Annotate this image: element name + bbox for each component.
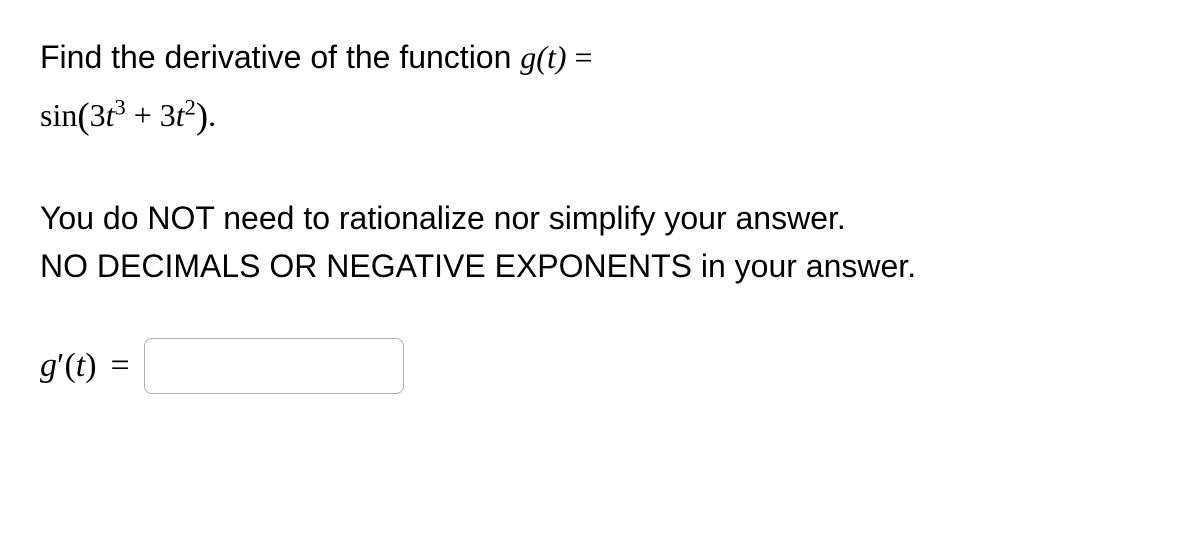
term2-exp: 2	[185, 95, 196, 120]
sin-text: sin	[40, 97, 77, 133]
term1-var: t	[106, 97, 115, 133]
term2-coeff: 3	[160, 97, 176, 133]
close-paren: )	[196, 95, 208, 136]
question-prompt-prefix: Find the derivative of the function	[40, 39, 520, 75]
answer-label: g′(t)	[40, 347, 97, 385]
equals-sign: =	[566, 39, 592, 75]
answer-open-paren: (	[64, 347, 75, 384]
term1-coeff: 3	[90, 97, 106, 133]
answer-close-paren: )	[85, 347, 96, 384]
answer-input[interactable]	[144, 338, 404, 394]
instructions-block: You do NOT need to rationalize nor simpl…	[40, 194, 1139, 290]
instructions-line-2: NO DECIMALS OR NEGATIVE EXPONENTS in you…	[40, 242, 1139, 290]
answer-g: g	[40, 347, 57, 384]
answer-row: g′(t) =	[40, 338, 1139, 394]
term2-var: t	[176, 97, 185, 133]
plus-sign: +	[126, 97, 160, 133]
answer-var: t	[76, 347, 85, 384]
term1-exp: 3	[115, 95, 126, 120]
answer-equals: =	[111, 347, 130, 385]
instructions-line-1: You do NOT need to rationalize nor simpl…	[40, 194, 1139, 242]
function-lhs: g(t)	[520, 39, 566, 75]
question-line-1: Find the derivative of the function g(t)…	[40, 32, 1139, 83]
question-line-2: sin(3t3 + 3t2).	[40, 87, 1139, 146]
period: .	[208, 97, 216, 133]
open-paren: (	[77, 95, 89, 136]
